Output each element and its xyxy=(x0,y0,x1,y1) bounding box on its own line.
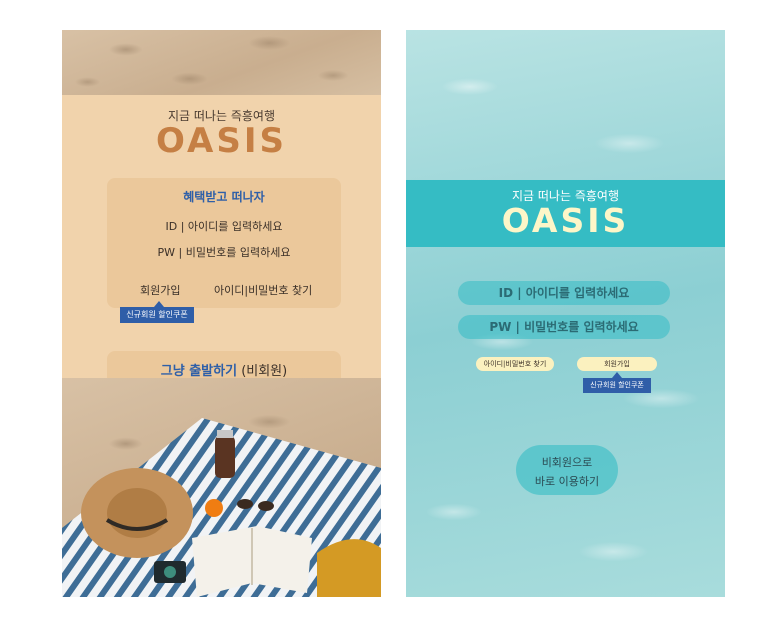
knit-bag-icon xyxy=(317,539,381,597)
beach-photo xyxy=(62,378,381,597)
signup-link[interactable]: 회원가입 xyxy=(577,357,657,371)
beach-scene-illustration xyxy=(62,418,381,597)
water-photo-background xyxy=(406,30,725,597)
brand-logo: OASIS xyxy=(501,201,630,240)
login-panel: 지금 떠나는 즉흥여행 OASIS 혜택받고 떠나자 ID | 아이디를 입력하… xyxy=(62,95,381,393)
login-screen-water: 지금 떠나는 즉흥여행 OASIS ID | 아이디를 입력하세요 PW | 비… xyxy=(406,30,725,597)
title-band: 지금 떠나는 즉흥여행 OASIS xyxy=(406,180,725,247)
find-account-link[interactable]: 아이디|비밀번호 찾기 xyxy=(214,282,312,298)
guest-label-line2: 바로 이용하기 xyxy=(534,475,600,488)
member-login-card: 혜택받고 떠나자 ID | 아이디를 입력하세요 PW | 비밀번호를 입력하세… xyxy=(107,178,341,308)
sand-photo-top xyxy=(62,30,381,95)
coupon-badge: 신규회원 할인쿠폰 xyxy=(120,301,194,323)
password-input[interactable]: PW | 비밀번호를 입력하세요 xyxy=(107,244,341,260)
id-input[interactable]: ID | 아이디를 입력하세요 xyxy=(458,281,670,305)
coupon-badge: 신규회원 할인쿠폰 xyxy=(583,372,651,393)
guest-start-label: 그냥 출발하기 xyxy=(160,364,238,379)
guest-label-line1: 비회원으로 xyxy=(541,456,593,469)
id-input[interactable]: ID | 아이디를 입력하세요 xyxy=(107,218,341,234)
signup-link[interactable]: 회원가입 xyxy=(140,282,180,298)
guest-note: (비회원) xyxy=(237,364,288,379)
find-account-link[interactable]: 아이디|비밀번호 찾기 xyxy=(476,357,554,371)
bottle-icon xyxy=(215,436,235,478)
orange-icon xyxy=(205,499,223,517)
password-input[interactable]: PW | 비밀번호를 입력하세요 xyxy=(458,315,670,339)
login-screen-beach: 지금 떠나는 즉흥여행 OASIS 혜택받고 떠나자 ID | 아이디를 입력하… xyxy=(62,30,381,597)
brand-logo: OASIS xyxy=(156,121,287,161)
card-title: 혜택받고 떠나자 xyxy=(183,190,265,204)
guest-start-button[interactable]: 비회원으로 바로 이용하기 xyxy=(516,445,618,495)
